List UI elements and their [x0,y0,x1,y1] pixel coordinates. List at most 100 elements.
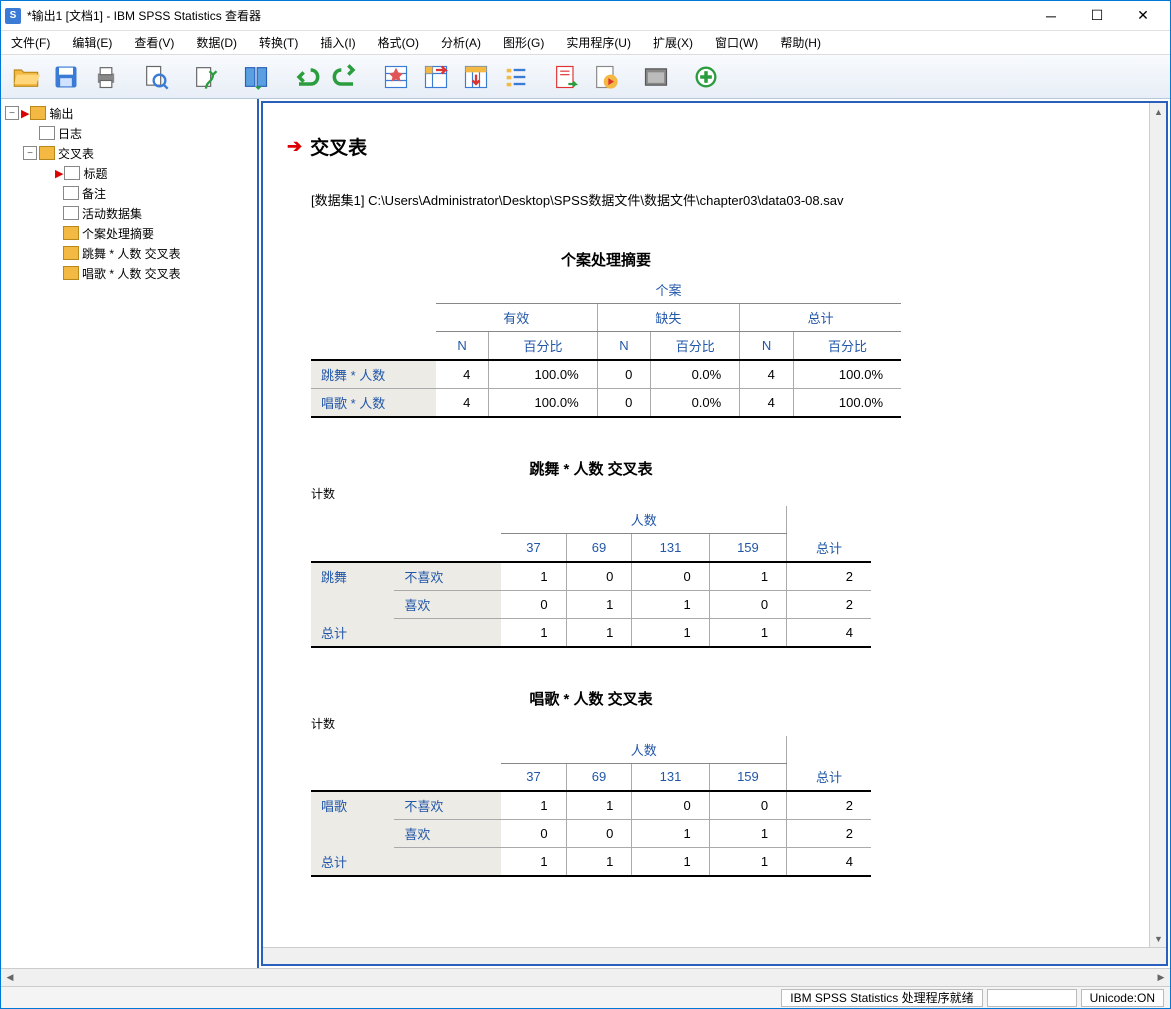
print-preview-button[interactable] [137,59,175,95]
output-icon [30,106,46,120]
col-header: 个案 [436,276,901,304]
scroll-down-icon[interactable]: ▼ [1150,930,1167,947]
vertical-scrollbar[interactable]: ▲ ▼ [1149,103,1166,947]
designate-window-button[interactable] [637,59,675,95]
tree-node-dataset[interactable]: 活动数据集 [3,203,255,223]
tree-node-output[interactable]: − ▶ 输出 [3,103,255,123]
col-header: 131 [632,763,709,791]
cell: 1 [566,791,632,820]
app-icon: S [5,8,21,24]
cell: 1 [501,791,566,820]
menu-window[interactable]: 窗口(W) [711,32,762,53]
cell: 4 [740,389,794,418]
cell: 2 [787,791,871,820]
menu-data[interactable]: 数据(D) [192,32,241,53]
menu-help[interactable]: 帮助(H) [776,32,825,53]
goto-case-button[interactable] [417,59,455,95]
run-pending-button[interactable] [587,59,625,95]
goto-variable-button[interactable] [457,59,495,95]
menu-graphs[interactable]: 图形(G) [499,32,548,53]
tree-node-notes[interactable]: 备注 [3,183,255,203]
cell: 2 [787,820,871,848]
col-header: 有效 [436,304,597,332]
dataset-path: [数据集1] C:\Users\Administrator\Desktop\SP… [311,190,1142,209]
print-button[interactable] [87,59,125,95]
menu-format[interactable]: 格式(O) [374,32,423,53]
row-header: 跳舞 * 人数 [311,360,436,389]
cell: 0 [632,562,709,591]
cell: 1 [709,562,786,591]
col-header: 159 [709,534,786,562]
plus-circle-icon [692,63,720,91]
menu-view[interactable]: 查看(V) [130,32,178,53]
tree-node-ct2[interactable]: 唱歌 * 人数 交叉表 [3,263,255,283]
menu-edit[interactable]: 编辑(E) [68,32,116,53]
toolbar [1,55,1170,99]
tree-node-log[interactable]: 日志 [3,123,255,143]
col-header: 百分比 [793,332,901,361]
cell: 1 [709,820,786,848]
tree-node-crosstab[interactable]: − 交叉表 [3,143,255,163]
cell: 4 [436,389,489,418]
grid-arrow-down-icon [462,63,490,91]
status-unicode: Unicode:ON [1081,989,1164,1007]
save-button[interactable] [47,59,85,95]
menu-file[interactable]: 文件(F) [7,32,54,53]
summary-table-block[interactable]: 个案处理摘要 个案 有效 缺失 总计 N 百分比 [311,249,901,418]
arrow-icon: ➔ [287,136,302,157]
cell: 1 [632,848,709,877]
open-button[interactable] [7,59,45,95]
statusbar: IBM SPSS Statistics 处理程序就绪 Unicode:ON [1,986,1170,1008]
crosstab2-block[interactable]: 唱歌 * 人数 交叉表 计数 人数 37 69 131 159 总计 [311,688,871,878]
output-viewer[interactable]: ➔ 交叉表 [数据集1] C:\Users\Administrator\Desk… [263,103,1166,964]
cell: 1 [566,848,632,877]
tree-label: 个案处理摘要 [82,225,154,242]
status-empty [987,989,1077,1007]
cell: 1 [632,590,709,618]
collapse-icon[interactable]: − [23,146,37,160]
tree-node-ct1[interactable]: 跳舞 * 人数 交叉表 [3,243,255,263]
row-header: 喜欢 [394,820,501,848]
crosstab1-block[interactable]: 跳舞 * 人数 交叉表 计数 人数 37 69 131 159 总计 [311,458,871,648]
select-last-output-button[interactable] [547,59,585,95]
cell: 1 [632,618,709,647]
export-button[interactable] [187,59,225,95]
tree-label: 备注 [82,185,106,202]
redo-button[interactable] [327,59,365,95]
minimize-button[interactable]: ─ [1028,1,1074,31]
col-header: 缺失 [597,304,740,332]
scroll-left-icon[interactable]: ◀ [1,969,19,986]
magnifier-page-icon [142,63,170,91]
outline-tree[interactable]: − ▶ 输出 日志 − 交叉表 ▶ 标题 备注 [1,99,259,968]
tree-node-summary[interactable]: 个案处理摘要 [3,223,255,243]
window-title: *输出1 [文档1] - IBM SPSS Statistics 查看器 [27,7,1028,24]
horizontal-scrollbar[interactable] [263,947,1166,964]
crosstab2-table: 人数 37 69 131 159 总计 唱歌 不喜欢 1 [311,736,871,878]
scroll-up-icon[interactable]: ▲ [1150,103,1167,120]
col-header: 总计 [787,534,871,562]
dialog-recall-button[interactable] [237,59,275,95]
maximize-button[interactable]: ☐ [1074,1,1120,31]
table-title: 跳舞 * 人数 交叉表 [311,458,871,479]
undo-button[interactable] [287,59,325,95]
close-button[interactable]: ✕ [1120,1,1166,31]
menu-analyze[interactable]: 分析(A) [437,32,485,53]
variables-button[interactable] [497,59,535,95]
row-header: 总计 [311,848,501,877]
menu-utilities[interactable]: 实用程序(U) [562,32,635,53]
cell: 0 [709,791,786,820]
menu-transform[interactable]: 转换(T) [255,32,302,53]
sidebar-scrollbar[interactable]: ◀ ▶ [1,968,1170,986]
tree-node-title[interactable]: ▶ 标题 [3,163,255,183]
menu-extensions[interactable]: 扩展(X) [649,32,697,53]
cell: 4 [787,848,871,877]
col-header: N [740,332,794,361]
scroll-right-icon[interactable]: ▶ [1152,969,1170,986]
menu-insert[interactable]: 插入(I) [316,32,359,53]
row-header: 喜欢 [394,590,501,618]
goto-data-button[interactable] [377,59,415,95]
count-label: 计数 [311,485,871,502]
table-title: 唱歌 * 人数 交叉表 [311,688,871,709]
add-button[interactable] [687,59,725,95]
collapse-icon[interactable]: − [5,106,19,120]
